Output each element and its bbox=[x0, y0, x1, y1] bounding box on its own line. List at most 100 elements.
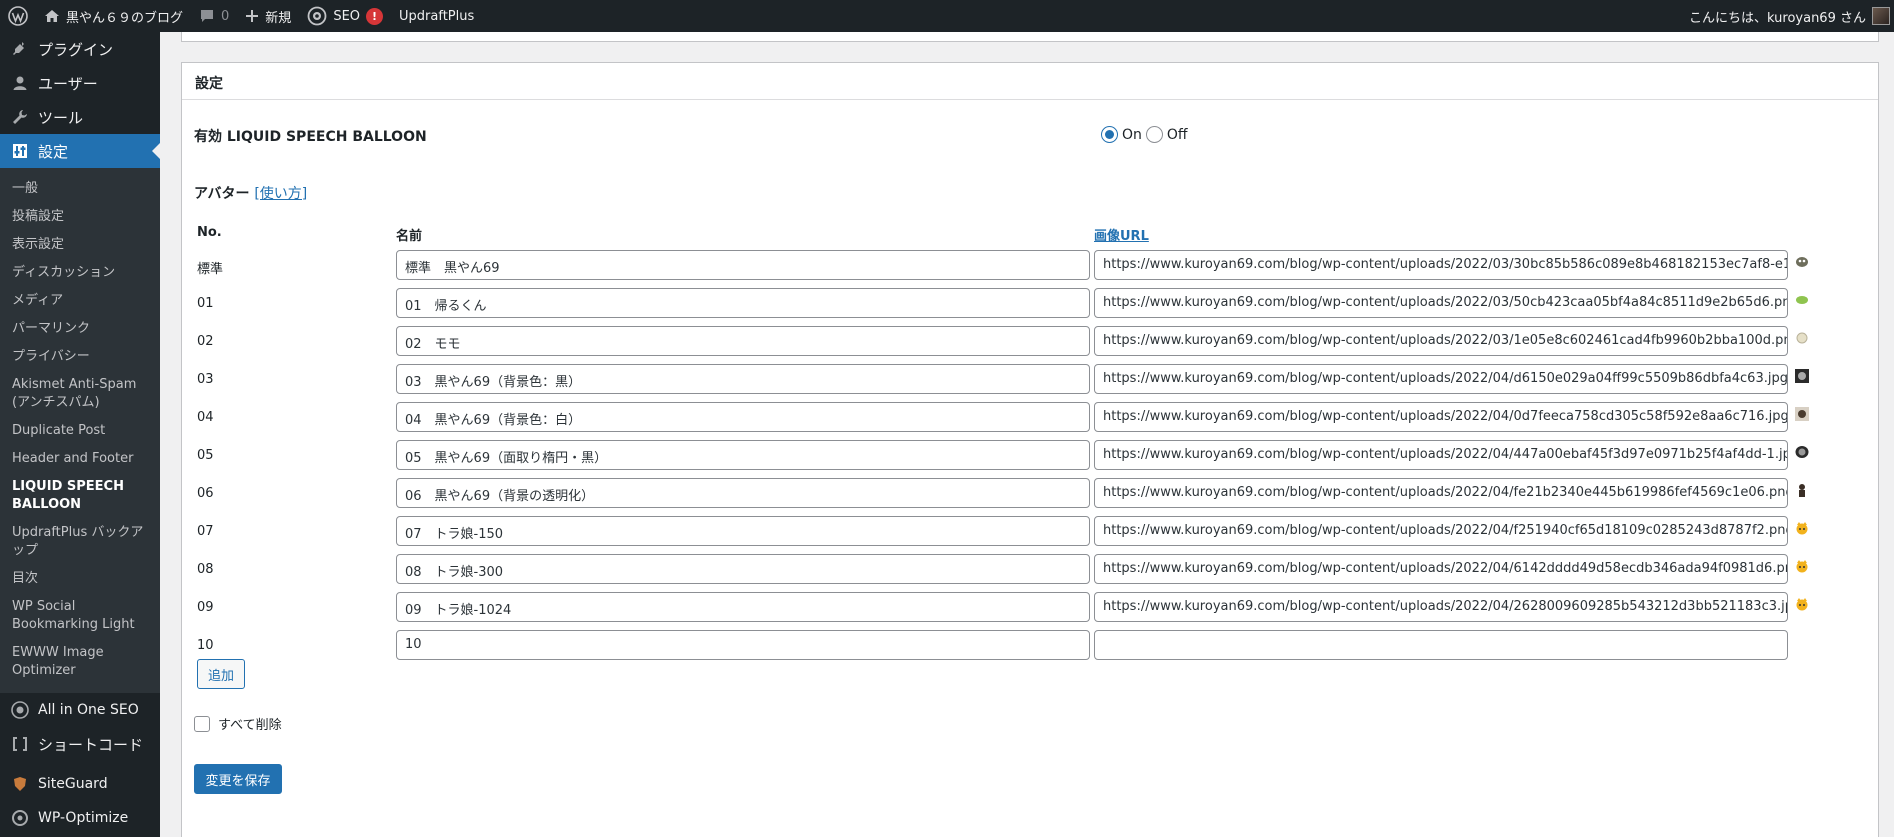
name-input[interactable]: 10 bbox=[396, 630, 1090, 660]
wrench-icon bbox=[10, 107, 30, 127]
howto-link[interactable]: [使い方] bbox=[254, 186, 307, 202]
submenu-item-discussion[interactable]: ディスカッション bbox=[0, 259, 160, 287]
submenu-item-updraftplus[interactable]: UpdraftPlus バックアップ bbox=[0, 519, 160, 565]
table-row: 04 04 黒やん69（背景色：白） https://www.kuroyan69… bbox=[181, 402, 1879, 432]
url-input[interactable]: https://www.kuroyan69.com/blog/wp-conten… bbox=[1094, 364, 1788, 394]
settings-submenu: 一般 投稿設定 表示設定 ディスカッション メディア パーマリンク プライバシー… bbox=[0, 168, 160, 693]
url-input[interactable]: https://www.kuroyan69.com/blog/wp-conten… bbox=[1094, 326, 1788, 356]
avatar-thumbnail bbox=[1794, 406, 1810, 422]
url-input[interactable] bbox=[1094, 630, 1788, 660]
row-number: 07 bbox=[197, 524, 214, 539]
enable-radio-group: On Off bbox=[1101, 126, 1192, 143]
name-input[interactable]: 06 黒やん69（背景の透明化） bbox=[396, 478, 1090, 508]
delete-all-option: すべて削除 bbox=[194, 714, 282, 733]
table-row: 標準 標準 黒やん69 https://www.kuroyan69.com/bl… bbox=[181, 250, 1879, 280]
url-input[interactable]: https://www.kuroyan69.com/blog/wp-conten… bbox=[1094, 288, 1788, 318]
radio-on[interactable] bbox=[1101, 126, 1118, 143]
submenu-item-toc[interactable]: 目次 bbox=[0, 565, 160, 593]
comment-icon bbox=[201, 10, 214, 22]
sidebar-item-settings[interactable]: 設定 bbox=[0, 134, 160, 168]
name-input[interactable]: 02 モモ bbox=[396, 326, 1090, 356]
avatar-thumbnail bbox=[1794, 482, 1810, 498]
avatar-thumbnail bbox=[1794, 330, 1810, 346]
submenu-item-ewww[interactable]: EWWW Image Optimizer bbox=[0, 639, 160, 685]
sidebar-item-label: ユーザー bbox=[38, 74, 98, 93]
sidebar-item-tools[interactable]: ツール bbox=[0, 100, 160, 134]
radio-off-label: Off bbox=[1166, 126, 1188, 143]
sidebar-item-shortcode[interactable]: ショートコード bbox=[0, 727, 160, 761]
submenu-item-duplicate-post[interactable]: Duplicate Post bbox=[0, 417, 160, 445]
name-input[interactable]: 08 トラ娘-300 bbox=[396, 554, 1090, 584]
submenu-item-wp-social-bookmarking[interactable]: WP Social Bookmarking Light bbox=[0, 593, 160, 639]
new-label: 新規 bbox=[265, 10, 292, 26]
main-content: 設定 有効 LIQUID SPEECH BALLOON On Off アバター … bbox=[181, 32, 1879, 837]
sidebar-item-label: ショートコード bbox=[38, 735, 144, 754]
sidebar-item-plugins[interactable]: プラグイン bbox=[0, 32, 160, 66]
updraftplus-link[interactable]: UpdraftPlus bbox=[391, 0, 482, 32]
site-name-link[interactable]: 黒やん６９のブログ bbox=[36, 0, 191, 32]
avatar-thumbnail bbox=[1794, 558, 1810, 574]
radio-on-label: On bbox=[1122, 126, 1142, 143]
url-input[interactable]: https://www.kuroyan69.com/blog/wp-conten… bbox=[1094, 402, 1788, 432]
my-account-link[interactable]: こんにちは、kuroyan69 さん bbox=[1681, 0, 1894, 32]
sidebar-item-aioseo[interactable]: All in One SEO bbox=[0, 693, 160, 727]
sidebar-item-label: ツール bbox=[38, 108, 84, 127]
delete-all-checkbox[interactable] bbox=[194, 715, 210, 732]
url-input[interactable]: https://www.kuroyan69.com/blog/wp-conten… bbox=[1094, 592, 1788, 622]
table-row: 01 01 帰るくん https://www.kuroyan69.com/blo… bbox=[181, 288, 1879, 318]
avatar-heading-text: アバター bbox=[194, 186, 250, 202]
table-row: 05 05 黒やん69（面取り楕円・黒） https://www.kuroyan… bbox=[181, 440, 1879, 470]
submenu-item-reading[interactable]: 表示設定 bbox=[0, 231, 160, 259]
row-number: 03 bbox=[197, 372, 214, 387]
home-icon bbox=[45, 10, 59, 22]
name-input[interactable]: 04 黒やん69（背景色：白） bbox=[396, 402, 1090, 432]
row-number: 標準 bbox=[197, 262, 224, 277]
row-number: 10 bbox=[197, 638, 214, 653]
column-image-url[interactable]: 画像URL bbox=[1094, 225, 1149, 244]
seo-menu-link[interactable]: SEO ! bbox=[299, 0, 391, 32]
wordpress-logo-button[interactable] bbox=[0, 0, 36, 32]
comments-count: 0 bbox=[221, 8, 230, 24]
seo-label: SEO bbox=[333, 8, 361, 24]
submenu-item-privacy[interactable]: プライバシー bbox=[0, 343, 160, 371]
name-input[interactable]: 03 黒やん69（背景色：黒） bbox=[396, 364, 1090, 394]
plugin-icon bbox=[10, 39, 30, 59]
url-input[interactable]: https://www.kuroyan69.com/blog/wp-conten… bbox=[1094, 440, 1788, 470]
name-input[interactable]: 05 黒やん69（面取り楕円・黒） bbox=[396, 440, 1090, 470]
url-input[interactable]: https://www.kuroyan69.com/blog/wp-conten… bbox=[1094, 516, 1788, 546]
sidebar-item-wp-optimize[interactable]: WP-Optimize bbox=[0, 801, 160, 835]
submenu-item-writing[interactable]: 投稿設定 bbox=[0, 203, 160, 231]
avatar-heading: アバター [使い方] bbox=[194, 183, 307, 203]
wordpress-icon bbox=[8, 6, 28, 26]
submenu-item-permalinks[interactable]: パーマリンク bbox=[0, 315, 160, 343]
sidebar-item-label: プラグイン bbox=[38, 40, 114, 59]
submenu-item-header-footer[interactable]: Header and Footer bbox=[0, 445, 160, 473]
user-icon bbox=[10, 73, 30, 93]
row-number: 04 bbox=[197, 410, 214, 425]
name-input[interactable]: 07 トラ娘-150 bbox=[396, 516, 1090, 546]
new-content-link[interactable]: 新規 bbox=[237, 0, 299, 32]
user-avatar bbox=[1872, 7, 1890, 25]
sidebar-item-users[interactable]: ユーザー bbox=[0, 66, 160, 100]
submenu-item-akismet[interactable]: Akismet Anti-Spam (アンチスパム) bbox=[0, 371, 160, 417]
name-input[interactable]: 09 トラ娘-1024 bbox=[396, 592, 1090, 622]
name-input[interactable]: 標準 黒やん69 bbox=[396, 250, 1090, 280]
name-input[interactable]: 01 帰るくん bbox=[396, 288, 1090, 318]
add-row-button[interactable]: 追加 bbox=[197, 659, 245, 689]
url-input[interactable]: https://www.kuroyan69.com/blog/wp-conten… bbox=[1094, 478, 1788, 508]
site-name: 黒やん６９のブログ bbox=[66, 10, 184, 26]
radio-off[interactable] bbox=[1145, 126, 1163, 143]
comments-link[interactable]: 0 bbox=[191, 0, 237, 32]
submenu-item-liquid-speech-balloon[interactable]: LIQUID SPEECH BALLOON bbox=[0, 473, 160, 519]
save-changes-button[interactable]: 変更を保存 bbox=[194, 764, 282, 794]
row-number: 01 bbox=[197, 296, 214, 311]
table-row: 08 08 トラ娘-300 https://www.kuroyan69.com/… bbox=[181, 554, 1879, 584]
sidebar-item-label: 設定 bbox=[38, 142, 69, 161]
url-input[interactable]: https://www.kuroyan69.com/blog/wp-conten… bbox=[1094, 554, 1788, 584]
submenu-item-media[interactable]: メディア bbox=[0, 287, 160, 315]
aioseo-icon bbox=[10, 700, 30, 720]
row-number: 02 bbox=[197, 334, 214, 349]
submenu-item-general[interactable]: 一般 bbox=[0, 175, 160, 203]
url-input[interactable]: https://www.kuroyan69.com/blog/wp-conten… bbox=[1094, 250, 1788, 280]
sidebar-item-siteguard[interactable]: SiteGuard bbox=[0, 767, 160, 801]
